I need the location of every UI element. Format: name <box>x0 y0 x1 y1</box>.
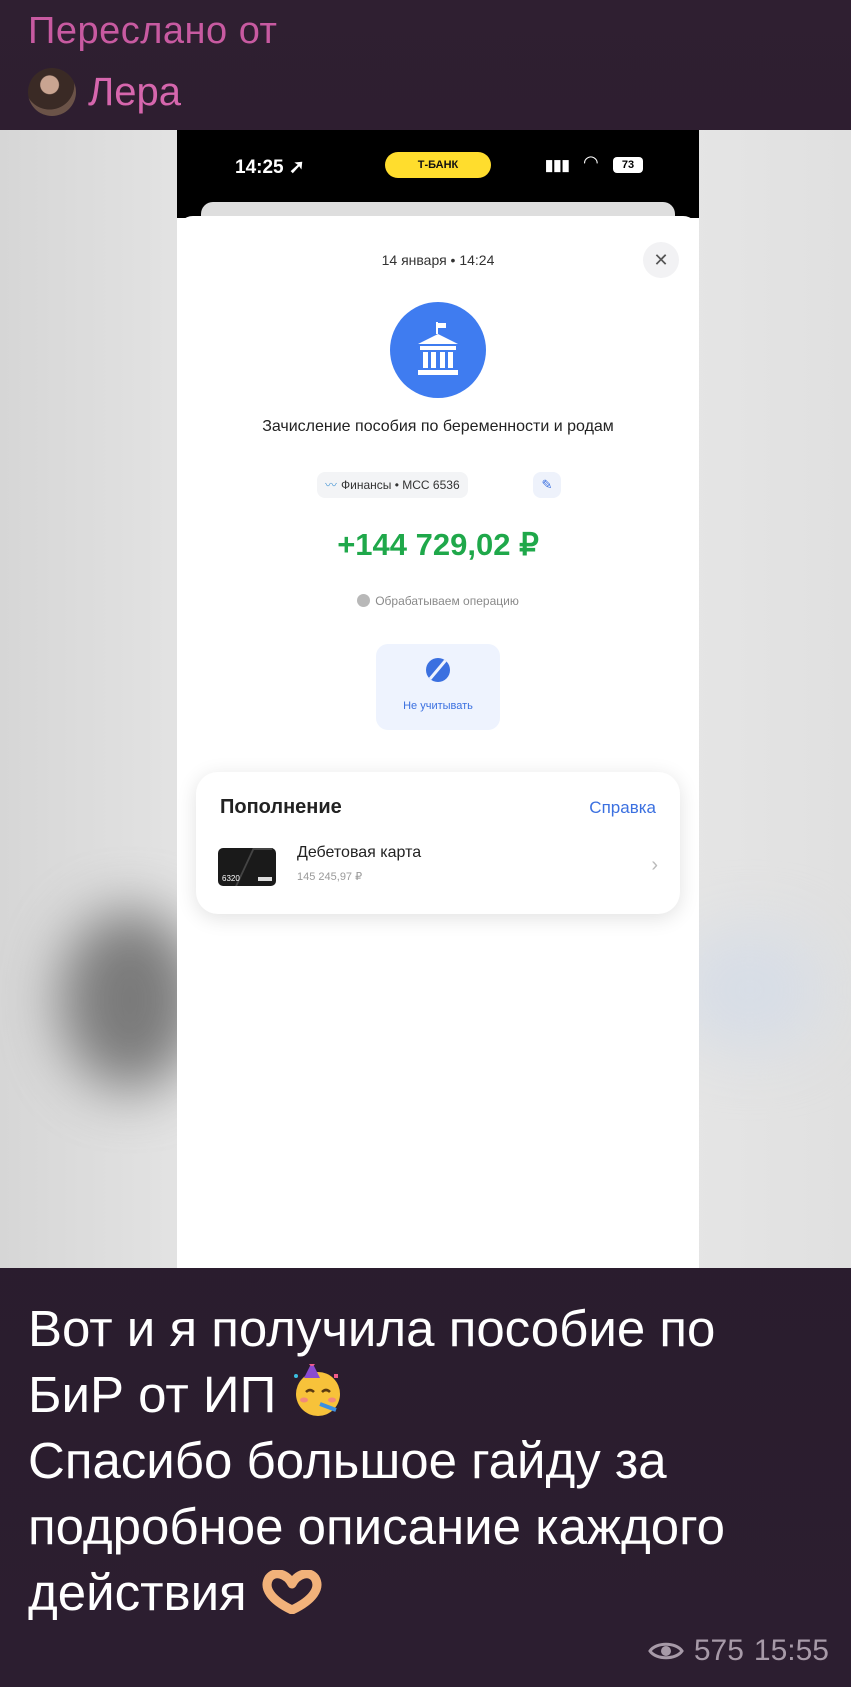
wifi-icon: ◠ <box>583 152 599 172</box>
caption-line-with-emoji: действия <box>28 1560 838 1626</box>
caption-line: Вот и я получила пособие по <box>28 1300 716 1357</box>
message-meta: 575 15:55 <box>648 1634 829 1668</box>
eye-crossed-icon <box>426 658 450 682</box>
eye-icon <box>648 1642 684 1660</box>
caption-line: действия <box>28 1564 247 1621</box>
photo-blur-shape <box>680 930 820 1050</box>
phone-screenshot: 14:25 ➚ Т-БАНК ▮▮▮ ◠ 73 14 января • 14:2… <box>177 130 699 1268</box>
forward-header[interactable]: Переслано от Лера <box>28 10 278 116</box>
card-number: 6320 <box>222 874 240 883</box>
caption-line: БиР от ИП <box>28 1366 277 1423</box>
chevron-right-icon: › <box>651 854 658 876</box>
avatar[interactable] <box>28 68 76 116</box>
card-name: Дебетовая карта <box>297 844 422 861</box>
clock-icon <box>357 594 371 607</box>
ignore-button: Не учитывать <box>376 644 500 730</box>
card-thumbnail: 6320 <box>218 848 276 886</box>
party-face-emoji <box>290 1360 346 1420</box>
caption-line-with-emoji: БиР от ИП <box>28 1360 838 1428</box>
attached-photo[interactable]: 14:25 ➚ Т-БАНК ▮▮▮ ◠ 73 14 января • 14:2… <box>0 130 851 1268</box>
source-section-title: Пополнение <box>220 796 342 818</box>
bank-pill: Т-БАНК <box>385 152 491 178</box>
forward-source[interactable]: Лера <box>28 68 181 116</box>
operation-title: Зачисление пособия по беременности и род… <box>262 418 614 435</box>
message-text: Вот и я получила пособие по БиР от ИП Сп… <box>28 1296 838 1626</box>
status-label: Обрабатываем операцию <box>375 594 519 608</box>
forwarded-from-label: Переслано от <box>28 10 278 52</box>
operation-status: Обрабатываем операцию <box>177 594 699 608</box>
message-bubble: Переслано от Лера 14:25 ➚ Т-БАНК ▮▮▮ ◠ 7… <box>0 0 851 1687</box>
mir-logo <box>258 877 272 881</box>
pencil-icon: ✎ <box>533 472 561 498</box>
status-time: 14:25 ➚ <box>235 157 305 178</box>
message-time: 15:55 <box>753 1634 829 1667</box>
forward-source-name[interactable]: Лера <box>88 70 181 115</box>
operation-date: 14 января • 14:24 <box>381 252 495 268</box>
bank-building-icon <box>390 302 486 398</box>
category-label: Финансы • MCC 6536 <box>341 478 460 492</box>
view-count: 575 <box>693 1634 744 1667</box>
battery-icon: 73 <box>613 157 643 173</box>
caption-line: Спасибо большое гайду за <box>28 1432 667 1489</box>
chart-icon: 〰 <box>325 478 338 492</box>
signal-icon: ▮▮▮ <box>545 157 570 174</box>
card-balance: 145 245,97 ₽ <box>297 871 363 883</box>
caption-line: подробное описание каждого <box>28 1498 726 1555</box>
close-icon: ✕ <box>643 242 679 278</box>
category-chip: 〰 Финансы • MCC 6536 <box>317 472 468 498</box>
operation-sheet: 14 января • 14:24 ✕ Зачисление пособия п… <box>177 216 699 1268</box>
ignore-label: Не учитывать <box>403 700 473 712</box>
operation-amount: +144 729,02 ₽ <box>337 527 539 562</box>
heart-hands-emoji <box>261 1564 323 1615</box>
source-card-section: Пополнение Справка 6320 Дебетовая карта … <box>196 772 680 914</box>
help-link: Справка <box>589 798 656 817</box>
